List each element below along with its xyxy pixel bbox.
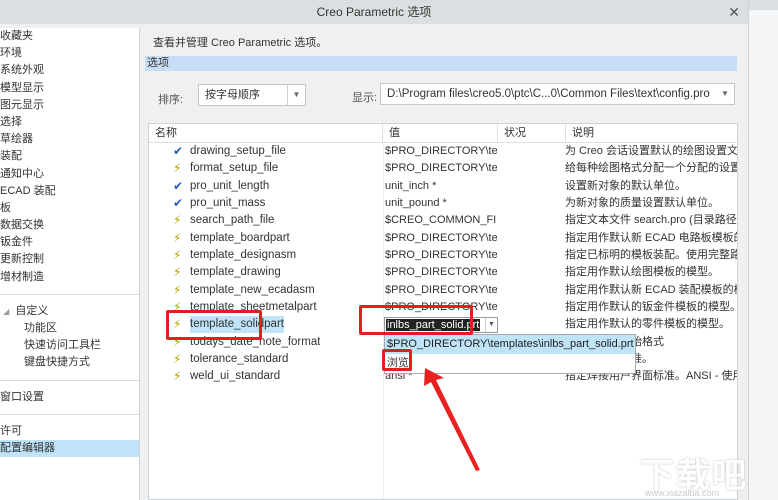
annotation-arrow	[424, 368, 480, 471]
watermark-url: www.xiazaiba.com	[645, 488, 720, 498]
